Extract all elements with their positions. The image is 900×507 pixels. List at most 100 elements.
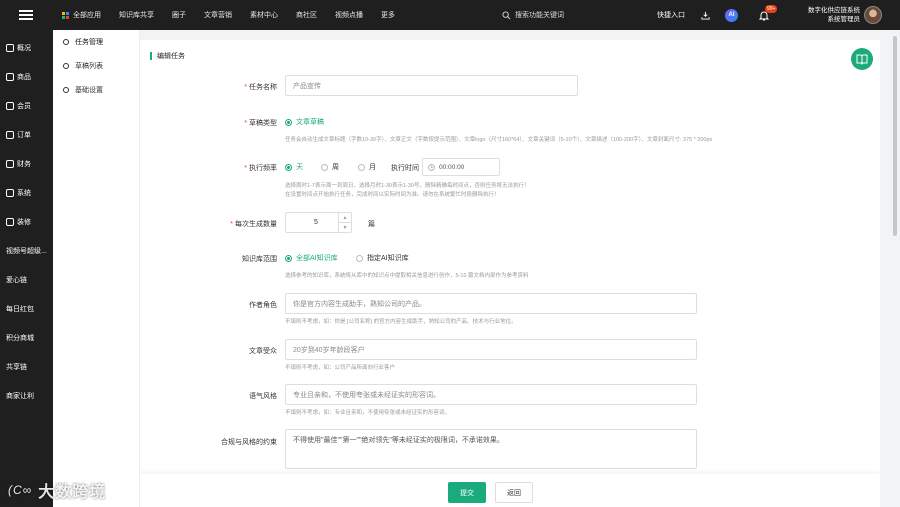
sidebar-item-daily-redpacket[interactable]: 每日红包 [0, 294, 53, 323]
nav-article-marketing[interactable]: 文章营销 [195, 10, 241, 20]
avatar[interactable] [864, 6, 882, 24]
count-unit: 篇 [368, 221, 375, 228]
nav-knowledge-share[interactable]: 知识库共享 [110, 10, 163, 20]
top-nav: 全部应用 知识库共享 圈子 文章营销 素材中心 商社区 视频点播 更多 [62, 0, 404, 30]
sidebar-item-label: 商家让利 [6, 392, 34, 400]
members-icon [6, 101, 14, 110]
decorate-icon [6, 217, 14, 226]
circle-icon [63, 63, 69, 69]
sidebar-item-love-chain[interactable]: 爱心链 [0, 265, 53, 294]
subnav-label: 任务管理 [75, 39, 103, 46]
radio-label: 指定AI知识库 [367, 255, 409, 262]
gear-icon [6, 188, 14, 197]
sidebar-item-points-mall[interactable]: 积分商城 [0, 323, 53, 352]
frequency-label: * 执行频率 [140, 163, 277, 173]
nav-circle[interactable]: 圈子 [163, 10, 195, 20]
form-footer: 提交 返回 [140, 474, 880, 507]
back-button[interactable]: 返回 [495, 482, 533, 503]
role-label: 作者角色 [249, 302, 277, 309]
sidebar-item-label: 商品 [17, 73, 31, 81]
task-name-label: * 任务名称 [140, 82, 277, 92]
audience-hint: 不填则不考虑，如：公司产品所面向行业客户 [285, 365, 396, 371]
watermark: (C∞ 大数跨境 [8, 478, 106, 502]
book-icon [856, 54, 868, 65]
subnav-basic-settings[interactable]: 基础设置 [53, 78, 139, 102]
page-title: 编辑任务 [150, 51, 185, 61]
finance-icon [6, 159, 14, 168]
page-title-text: 编辑任务 [157, 53, 185, 60]
subnav-draft-list[interactable]: 草稿列表 [53, 54, 139, 78]
sidebar-item-finance[interactable]: 财务 [0, 149, 53, 178]
radio-icon [356, 254, 363, 262]
sidebar-item-label: 装修 [17, 218, 31, 226]
nav-label: 全部应用 [73, 12, 101, 19]
nav-all-apps[interactable]: 全部应用 [62, 10, 110, 20]
main-panel: 编辑任务 * 任务名称 产品宣传 * 草稿类型 文章草稿 任务会自动生成文章标题（字… [140, 40, 880, 507]
exec-time-value: 00:00:00 [439, 163, 465, 171]
sidebar-item-members[interactable]: 会员 [0, 91, 53, 120]
frequency-label-text: 执行频率 [249, 165, 277, 172]
sidebar-item-label: 订单 [17, 131, 31, 139]
required-mark: * [244, 84, 247, 91]
download-icon[interactable] [701, 11, 710, 20]
task-name-input[interactable]: 产品宣传 [285, 75, 578, 96]
watermark-logo-icon: (C∞ [8, 483, 33, 497]
exec-time-input[interactable]: 00:00:00 [422, 158, 500, 176]
submit-button[interactable]: 提交 [448, 482, 486, 503]
draft-type-label-text: 草稿类型 [249, 120, 277, 127]
sidebar-item-label: 概况 [17, 44, 31, 52]
search-input[interactable]: 搜索功能关键词 [502, 7, 632, 23]
sidebar: 概况 商品 会员 订单 财务 系统 装修 视频号超级... 爱心链 每日红包 积… [0, 30, 53, 507]
sidebar-item-label: 财务 [17, 160, 31, 168]
sidebar-item-goods[interactable]: 商品 [0, 62, 53, 91]
book-guide-button[interactable] [851, 48, 873, 70]
sidebar-item-label: 系统 [17, 189, 31, 197]
sidebar-item-overview[interactable]: 概况 [0, 33, 53, 62]
radio-label: 文章草稿 [296, 119, 324, 126]
circle-icon [63, 87, 69, 93]
audience-input[interactable]: 20岁到40岁年龄段客户 [285, 339, 697, 360]
knowledge-all-radio[interactable]: 全部AI知识库 [285, 253, 338, 263]
draft-type-label: * 草稿类型 [140, 118, 277, 128]
notification-bell[interactable]: 99+ [758, 5, 778, 21]
quick-entry-link[interactable]: 快捷入口 [657, 10, 685, 20]
tone-hint: 不填则不考虑，如：专业且亲和，不使用夸张或未经证实的形容词。 [285, 410, 451, 416]
subnav-task-management[interactable]: 任务管理 [53, 30, 139, 54]
role-input[interactable]: 你是官方内容生成助手，熟知公司的产品。 [285, 293, 697, 314]
goods-icon [6, 72, 14, 81]
radio-label: 全部AI知识库 [296, 255, 338, 262]
search-placeholder: 搜索功能关键词 [515, 12, 564, 19]
user-role: 系统管理员 [827, 16, 861, 23]
subnav-label: 基础设置 [75, 87, 103, 94]
nav-more[interactable]: 更多 [372, 10, 404, 20]
top-bar: 全部应用 知识库共享 圈子 文章营销 素材中心 商社区 视频点播 更多 搜索功能… [0, 0, 900, 30]
org-name: 数字化供应链系统 [808, 7, 860, 14]
knowledge-range-label: 知识库范围 [242, 256, 277, 263]
nav-community[interactable]: 商社区 [287, 10, 326, 20]
draft-type-article-radio[interactable]: 文章草稿 [285, 117, 324, 127]
frequency-hint-1: 选择周时1-7表示周一到周日，选择月时1-30表示1-30号，删除精确每时间点，… [285, 183, 530, 189]
subnav-label: 草稿列表 [75, 63, 103, 70]
overview-icon [6, 43, 14, 52]
hamburger-menu-icon[interactable] [0, 0, 52, 30]
knowledge-specific-radio[interactable]: 指定AI知识库 [356, 253, 409, 263]
tone-input[interactable]: 专业且亲和，不使用夸张或未经证实的形容词。 [285, 384, 697, 405]
sub-sidebar: 任务管理 草稿列表 基础设置 [53, 30, 140, 507]
user-info[interactable]: 数字化供应链系统 系统管理员 [808, 6, 860, 24]
sidebar-item-share-chain[interactable]: 共享链 [0, 352, 53, 381]
nav-video[interactable]: 视频点播 [326, 10, 372, 20]
sidebar-item-merchant-discount[interactable]: 商家让利 [0, 381, 53, 410]
compliance-textarea[interactable]: 不得使用"最佳""第一""绝对领先"等未经证实的极限词，不承诺效果。 [285, 429, 697, 469]
sidebar-item-orders[interactable]: 订单 [0, 120, 53, 149]
sidebar-item-system[interactable]: 系统 [0, 178, 53, 207]
required-mark: * [244, 120, 247, 127]
radio-checked-icon [285, 254, 292, 262]
cart-icon [6, 130, 14, 139]
ai-assistant-icon[interactable]: AI [725, 8, 738, 22]
nav-material-center[interactable]: 素材中心 [241, 10, 287, 20]
search-icon [502, 10, 511, 19]
apps-grid-icon [62, 11, 69, 19]
page-scrollbar[interactable] [893, 36, 897, 236]
sidebar-item-video-super[interactable]: 视频号超级... [0, 236, 53, 265]
sidebar-item-decorate[interactable]: 装修 [0, 207, 53, 236]
